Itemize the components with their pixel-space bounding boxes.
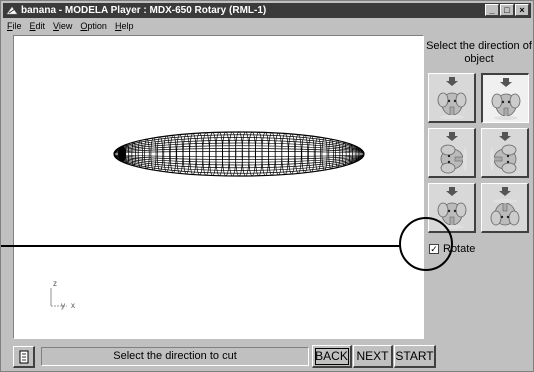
model-viewport[interactable]: z y x bbox=[13, 35, 424, 339]
direction-button-front[interactable] bbox=[481, 73, 529, 123]
axis-x-label: x bbox=[71, 301, 75, 310]
arrow-down-icon bbox=[500, 78, 512, 87]
direction-button-right[interactable] bbox=[481, 128, 529, 178]
status-bar: Select the direction to cut BACK NEXT ST… bbox=[3, 341, 531, 371]
close-button[interactable]: × bbox=[515, 4, 529, 16]
panel-title: Select the direction of object bbox=[426, 40, 532, 65]
start-button[interactable]: START bbox=[394, 345, 436, 368]
arrow-down-icon bbox=[446, 77, 458, 86]
elephant-icon bbox=[437, 92, 467, 119]
arrow-down-icon bbox=[499, 132, 511, 141]
window-title: banana - MODELA Player : MDX-650 Rotary … bbox=[21, 5, 267, 16]
next-button[interactable]: NEXT bbox=[353, 345, 393, 368]
elephant-icon bbox=[490, 144, 517, 174]
axis-z-label: z bbox=[53, 279, 57, 288]
callout-circle bbox=[399, 217, 453, 271]
menu-option[interactable]: Option bbox=[76, 21, 111, 31]
menu-help[interactable]: Help bbox=[111, 21, 138, 31]
direction-button-left[interactable] bbox=[428, 128, 476, 178]
elephant-icon bbox=[490, 199, 520, 226]
menu-file[interactable]: File bbox=[3, 21, 26, 31]
printer-icon bbox=[19, 350, 28, 363]
title-bar[interactable]: banana - MODELA Player : MDX-650 Rotary … bbox=[3, 3, 531, 18]
maximize-button[interactable]: □ bbox=[500, 4, 514, 16]
direction-panel: Select the direction of object ✓ Rotate bbox=[425, 35, 533, 339]
menu-view[interactable]: View bbox=[49, 21, 76, 31]
banana-wireframe bbox=[50, 131, 365, 307]
status-message: Select the direction to cut bbox=[41, 347, 309, 366]
close-icon: × bbox=[519, 4, 525, 15]
direction-button-bottom[interactable] bbox=[481, 183, 529, 233]
printer-button[interactable] bbox=[13, 346, 35, 368]
window-controls: _ □ × bbox=[485, 4, 529, 16]
arrow-down-icon bbox=[446, 132, 458, 141]
elephant-icon bbox=[440, 144, 467, 174]
back-button[interactable]: BACK bbox=[312, 345, 352, 368]
main-window: banana - MODELA Player : MDX-650 Rotary … bbox=[0, 0, 534, 372]
axis-y-label: y bbox=[61, 301, 65, 310]
menu-bar: File Edit View Option Help bbox=[3, 19, 531, 33]
elephant-icon bbox=[491, 93, 521, 120]
callout-line bbox=[1, 245, 401, 247]
menu-edit[interactable]: Edit bbox=[26, 21, 50, 31]
maximize-icon: □ bbox=[504, 4, 510, 15]
minimize-icon: _ bbox=[489, 4, 495, 15]
arrow-down-icon bbox=[446, 187, 458, 196]
direction-button-top[interactable] bbox=[428, 73, 476, 123]
minimize-button[interactable]: _ bbox=[485, 4, 499, 16]
app-icon bbox=[6, 5, 18, 16]
arrow-down-icon bbox=[499, 187, 511, 196]
